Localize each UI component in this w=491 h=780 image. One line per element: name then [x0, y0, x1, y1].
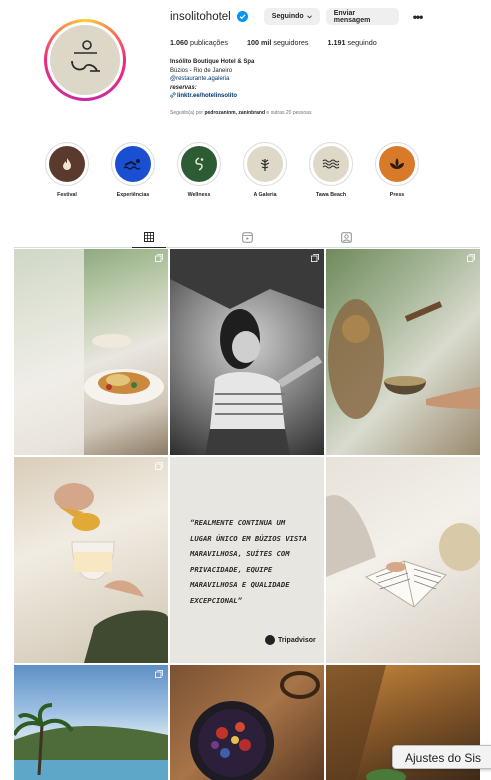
profile-avatar[interactable] [44, 19, 126, 101]
following-count: 1.191 [327, 38, 346, 47]
followers-stat[interactable]: 100 mil seguidores [247, 38, 309, 47]
bio-reserve: reservas: [170, 84, 197, 91]
highlight-label: Tawa Beach [315, 192, 347, 198]
highlight-wellness[interactable]: Wellness [166, 142, 232, 198]
lotus-icon [195, 157, 204, 171]
followers-count: 100 mil [246, 38, 272, 47]
followed-names: pedrozaninm, zaninbrand [204, 110, 266, 116]
highlight-ring [309, 142, 353, 186]
post-honey-yogurt[interactable] [14, 457, 168, 663]
grid-icon [144, 231, 154, 242]
post-singing-bowl[interactable] [326, 249, 480, 455]
carousel-icon [155, 462, 163, 470]
following-button[interactable]: Seguindo [263, 8, 320, 25]
post-open-book[interactable] [326, 457, 480, 663]
highlight-ring [45, 142, 89, 186]
highlight-a-galeria[interactable]: A Galeria [232, 142, 298, 198]
bio-name: Insólito Boutique Hotel & Spa [170, 59, 255, 65]
carousel-icon [155, 254, 163, 262]
followed-by[interactable]: Seguido(a) por pedrozaninm, zaninbrand e… [170, 110, 311, 116]
tagged-tab[interactable] [329, 226, 363, 248]
bio-external-link[interactable]: linktr.ee/hotelinsolito [170, 92, 410, 101]
post-food-dish[interactable] [14, 249, 168, 455]
bio-location: Búzios - Rio de Janeiro [170, 67, 233, 74]
book-photo [326, 495, 480, 608]
more-options-icon[interactable]: ••• [413, 10, 424, 24]
highlight-experiencias[interactable]: Experiências [100, 142, 166, 198]
send-message-label: Enviar mensagem [333, 9, 371, 24]
followers-label: seguidores [273, 38, 309, 47]
highlight-press[interactable]: Press [364, 142, 430, 198]
highlight-cover [115, 146, 151, 182]
highlight-label: Wellness [187, 192, 211, 198]
carousel-icon [467, 254, 475, 262]
highlight-cover [379, 146, 415, 182]
carousel-icon [155, 670, 163, 678]
username: insolitohotel [170, 10, 231, 23]
posts-grid: “REALMENTE CONTINUA UM LUGAR ÚNICO EM BÚ… [14, 249, 480, 780]
owl-icon [265, 635, 275, 645]
following-stat[interactable]: 1.191 seguindo [328, 38, 377, 47]
tripadvisor-logo: Tripadvisor [265, 635, 316, 645]
logo-icon [71, 40, 100, 72]
waves-icon [322, 159, 340, 169]
posts-stat: 1.060 publicações [170, 38, 228, 47]
hotel-logo [50, 25, 120, 95]
username-row: insolitohotel Seguindo Enviar mensagem •… [170, 8, 424, 25]
avatar-border [47, 22, 123, 98]
posts-tab[interactable] [132, 226, 166, 248]
bowl-photo [328, 299, 480, 419]
story-highlights: Festival Experiências Wellness A Galeria… [34, 142, 430, 198]
profile-bio: Insólito Boutique Hotel & Spa Búzios - R… [170, 58, 410, 101]
followed-suffix: e outras 20 pessoas [266, 110, 312, 116]
flower-icon [390, 158, 404, 169]
post-woman-dancing[interactable] [170, 249, 324, 455]
reels-tab[interactable] [230, 226, 264, 248]
highlight-cover [313, 146, 349, 182]
highlight-festival[interactable]: Festival [34, 142, 100, 198]
tripadvisor-brand: Tripadvisor [278, 636, 316, 644]
highlight-label: Festival [57, 192, 77, 198]
send-message-button[interactable]: Enviar mensagem [325, 8, 399, 25]
flame-icon [63, 158, 71, 170]
highlight-label: Press [389, 192, 405, 198]
followed-prefix: Seguido(a) por [170, 110, 204, 116]
yogurt-photo [54, 483, 168, 663]
post-acai-bowl[interactable] [170, 665, 324, 780]
swimmer-icon [123, 159, 141, 170]
following-label: seguindo [347, 38, 377, 47]
highlight-tawa-beach[interactable]: Tawa Beach [298, 142, 364, 198]
reels-icon [241, 231, 253, 243]
system-settings-tooltip: Ajustes do Sis [392, 745, 491, 769]
highlight-ring [243, 142, 287, 186]
profile-stats: 1.060 publicações 100 mil seguidores 1.1… [170, 38, 377, 47]
highlight-ring [177, 142, 221, 186]
highlight-label: Experiências [116, 192, 150, 198]
link-icon [170, 92, 176, 98]
beach-photo [14, 703, 168, 780]
bio-link-text: linktr.ee/hotelinsolito [177, 93, 238, 100]
highlight-ring [111, 142, 155, 186]
highlight-cover [49, 146, 85, 182]
carousel-icon [311, 254, 319, 262]
acai-photo [190, 671, 320, 780]
plant-icon [260, 159, 270, 171]
highlight-label: A Galeria [253, 192, 277, 198]
highlight-cover [247, 146, 283, 182]
posts-count: 1.060 [170, 38, 188, 47]
bio-handle-link[interactable]: @restaurante.agaleria [170, 75, 410, 84]
quote-text: “REALMENTE CONTINUA UM LUGAR ÚNICO EM BÚ… [190, 518, 307, 605]
food-photo [14, 249, 164, 455]
chevron-down-icon [306, 14, 312, 18]
highlight-ring [375, 142, 419, 186]
portrait-photo [170, 249, 324, 455]
highlight-cover [181, 146, 217, 182]
posts-label: publicações [190, 38, 228, 47]
following-button-label: Seguindo [271, 13, 304, 20]
post-tripadvisor-quote[interactable]: “REALMENTE CONTINUA UM LUGAR ÚNICO EM BÚ… [170, 457, 324, 663]
tagged-user-icon [340, 231, 352, 243]
post-beach-view[interactable] [14, 665, 168, 780]
verified-badge-icon [236, 11, 248, 22]
